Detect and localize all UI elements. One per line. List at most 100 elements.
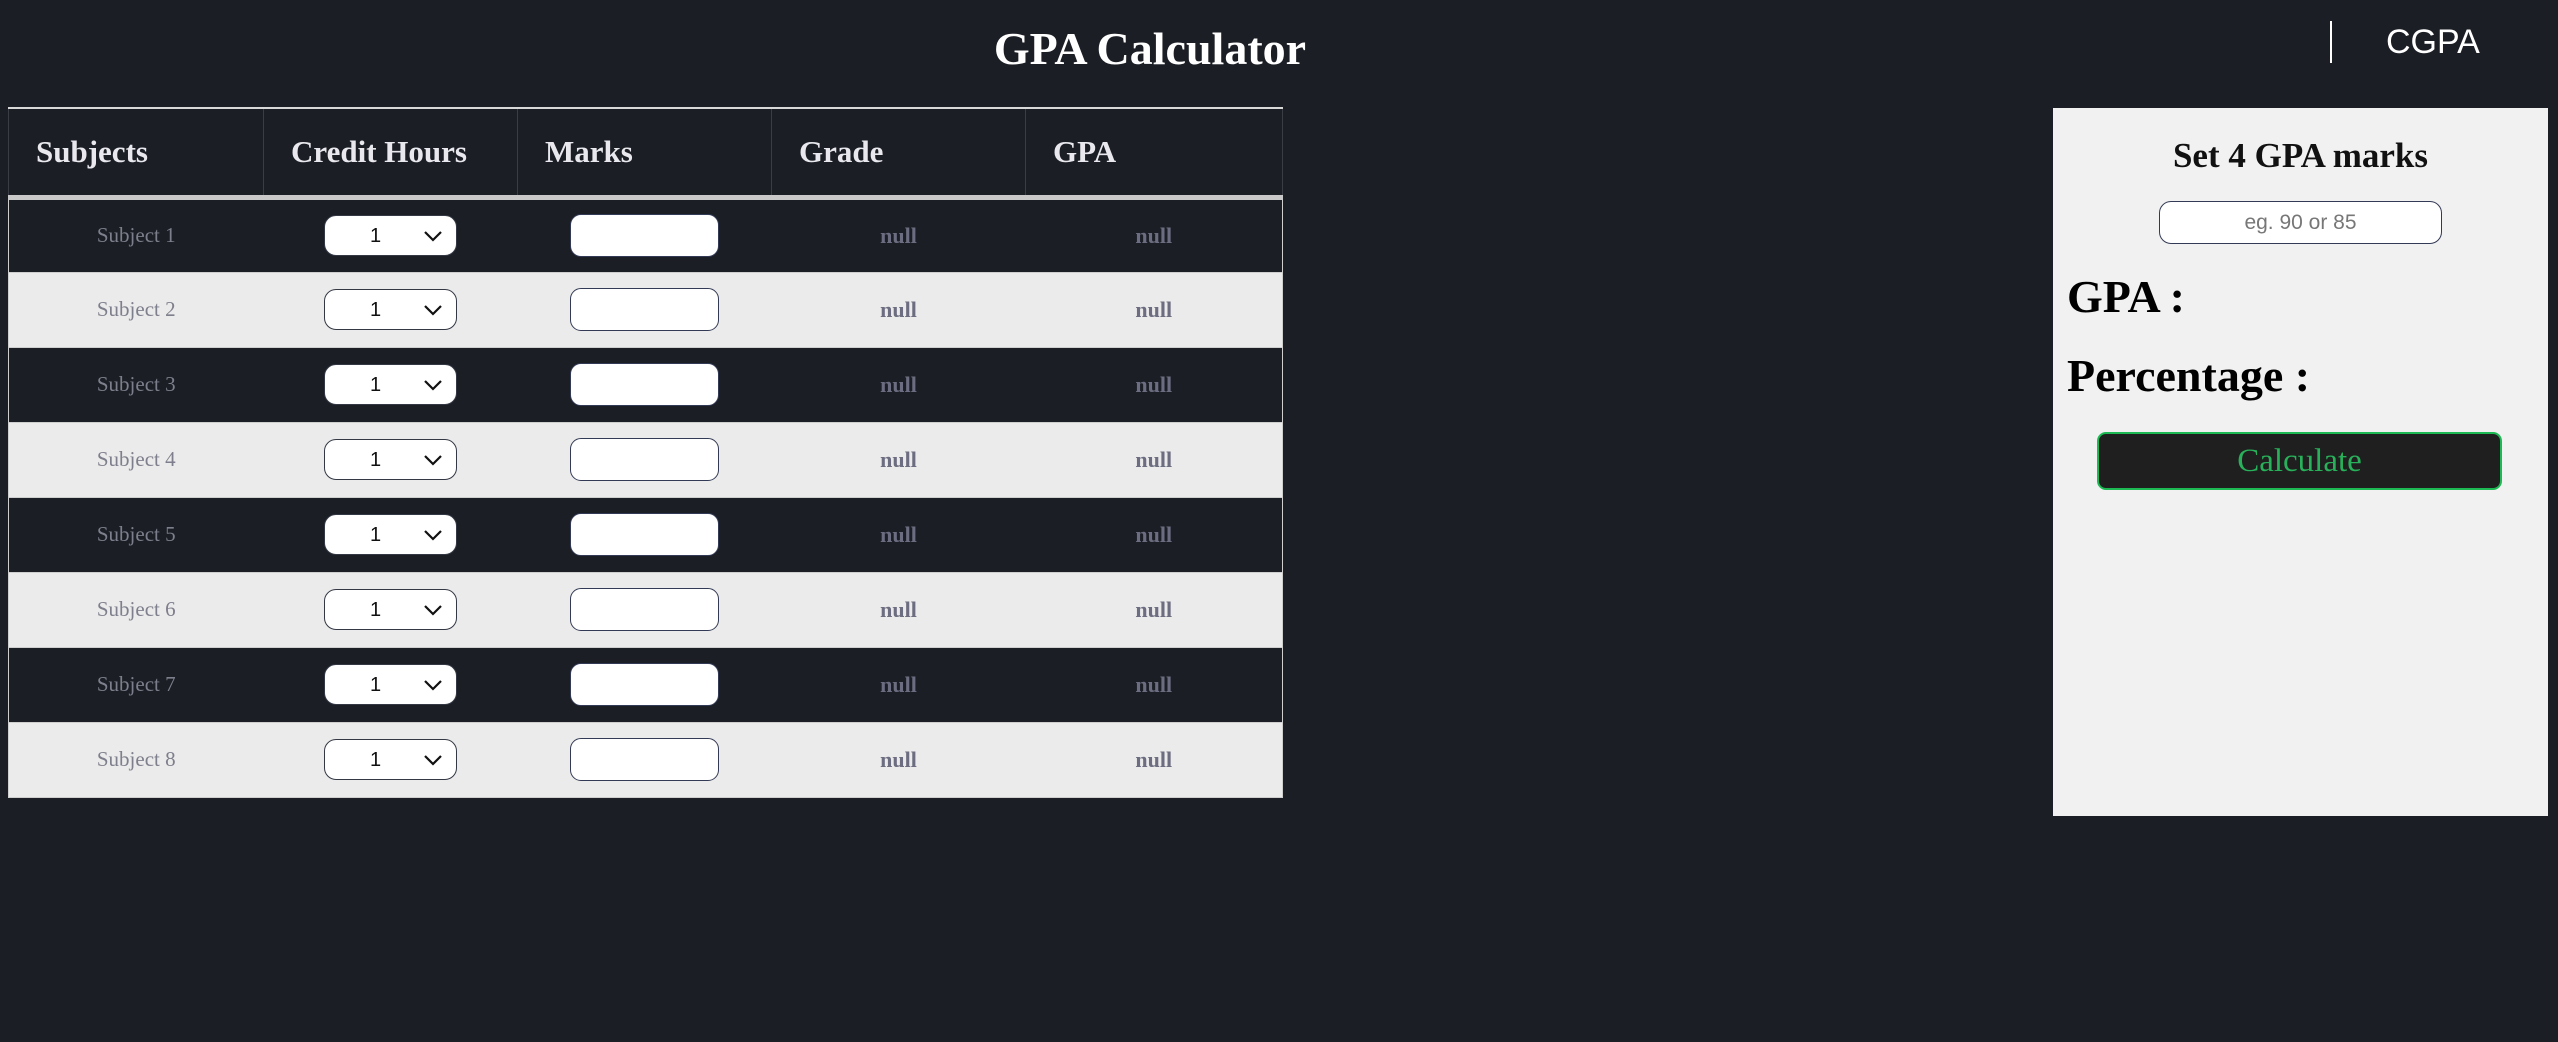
gpa-result-label: GPA : <box>2067 271 2185 322</box>
credit-hours-cell: 1 <box>263 347 518 423</box>
subject-name: Subject 1 <box>96 223 176 247</box>
gpa-cell: null <box>1025 272 1283 348</box>
grade-cell: null <box>771 572 1026 648</box>
column-header-credit-hours: Credit Hours <box>263 107 518 200</box>
table-row: Subject 1 1 null null <box>8 197 1283 273</box>
table-row: Subject 6 1 null null <box>8 572 1283 648</box>
subject-name: Subject 4 <box>96 447 176 471</box>
marks-input[interactable] <box>570 214 719 257</box>
credit-hours-select[interactable]: 1 <box>324 439 457 480</box>
marks-input[interactable] <box>570 738 719 781</box>
credit-hours-select[interactable]: 1 <box>324 739 457 780</box>
credit-select-wrap: 1 <box>324 439 457 480</box>
gpa-cell: null <box>1025 572 1283 648</box>
table-row: Subject 7 1 null null <box>8 647 1283 723</box>
grade-value: null <box>880 596 917 622</box>
marks-cell <box>517 572 772 648</box>
subject-name: Subject 5 <box>96 522 176 546</box>
calculate-button[interactable]: Calculate <box>2097 432 2502 490</box>
marks-input[interactable] <box>570 663 719 706</box>
gpa-cell: null <box>1025 497 1283 573</box>
subject-name: Subject 2 <box>96 297 176 321</box>
panel-heading: Set 4 GPA marks <box>2172 136 2429 175</box>
subject-cell: Subject 7 <box>8 647 264 723</box>
credit-select-wrap: 1 <box>324 215 457 256</box>
table-row: Subject 5 1 null null <box>8 497 1283 573</box>
cgpa-nav-link[interactable]: CGPA <box>2386 23 2480 62</box>
credit-hours-select[interactable]: 1 <box>324 364 457 405</box>
grade-cell: null <box>771 197 1026 273</box>
gpa-value: null <box>1135 521 1173 547</box>
grade-value: null <box>880 446 917 472</box>
column-header-subjects: Subjects <box>8 107 264 200</box>
grade-cell: null <box>771 722 1026 798</box>
gpa-value: null <box>1135 671 1173 697</box>
subject-cell: Subject 4 <box>8 422 264 498</box>
column-header-grade: Grade <box>771 107 1026 200</box>
credit-hours-select[interactable]: 1 <box>324 589 457 630</box>
table-row: Subject 8 1 null null <box>8 722 1283 798</box>
subject-name: Subject 8 <box>96 747 176 771</box>
credit-hours-select[interactable]: 1 <box>324 289 457 330</box>
marks-input[interactable] <box>570 438 719 481</box>
credit-hours-select[interactable]: 1 <box>324 664 457 705</box>
subject-name: Subject 6 <box>96 597 176 621</box>
marks-cell <box>517 347 772 423</box>
subject-cell: Subject 3 <box>8 347 264 423</box>
column-header-gpa: GPA <box>1025 107 1283 200</box>
grade-cell: null <box>771 272 1026 348</box>
gpa-cell: null <box>1025 647 1283 723</box>
credit-select-wrap: 1 <box>324 739 457 780</box>
subject-cell: Subject 6 <box>8 572 264 648</box>
credit-hours-select[interactable]: 1 <box>324 514 457 555</box>
gpa-table: Subjects Credit Hours Marks Grade GPA Su… <box>8 107 1283 798</box>
marks-cell <box>517 422 772 498</box>
subject-name: Subject 7 <box>96 672 176 696</box>
credit-select-wrap: 1 <box>324 589 457 630</box>
gpa-value: null <box>1135 596 1173 622</box>
result-panel: Set 4 GPA marks GPA : Percentage : Calcu… <box>2053 108 2548 816</box>
subject-cell: Subject 2 <box>8 272 264 348</box>
column-header-marks: Marks <box>517 107 772 200</box>
credit-hours-cell: 1 <box>263 422 518 498</box>
page: GPA Calculator CGPA Subjects Credit Hour… <box>0 0 2558 1042</box>
gpa-cell: null <box>1025 347 1283 423</box>
credit-hours-cell: 1 <box>263 722 518 798</box>
gpa-value: null <box>1135 222 1173 248</box>
credit-hours-cell: 1 <box>263 197 518 273</box>
grade-value: null <box>880 222 917 248</box>
credit-select-wrap: 1 <box>324 364 457 405</box>
credit-select-wrap: 1 <box>324 289 457 330</box>
grade-cell: null <box>771 422 1026 498</box>
gpa-cell: null <box>1025 197 1283 273</box>
credit-hours-select[interactable]: 1 <box>324 215 457 256</box>
marks-cell <box>517 497 772 573</box>
table-row: Subject 2 1 null null <box>8 272 1283 348</box>
table-header-row: Subjects Credit Hours Marks Grade GPA <box>8 107 1283 200</box>
grade-cell: null <box>771 647 1026 723</box>
marks-cell <box>517 272 772 348</box>
credit-hours-cell: 1 <box>263 272 518 348</box>
credit-hours-cell: 1 <box>263 647 518 723</box>
gpa-cell: null <box>1025 722 1283 798</box>
marks-cell <box>517 647 772 723</box>
marks-input[interactable] <box>570 588 719 631</box>
credit-hours-cell: 1 <box>263 572 518 648</box>
grade-value: null <box>880 671 917 697</box>
marks-cell <box>517 722 772 798</box>
gpa-value: null <box>1135 296 1173 322</box>
gpa-marks-input[interactable] <box>2159 201 2442 244</box>
gpa-value: null <box>1135 446 1173 472</box>
grade-value: null <box>880 521 917 547</box>
marks-input[interactable] <box>570 288 719 331</box>
credit-hours-cell: 1 <box>263 497 518 573</box>
marks-input[interactable] <box>570 363 719 406</box>
nav-divider <box>2330 21 2332 63</box>
gpa-cell: null <box>1025 422 1283 498</box>
grade-value: null <box>880 296 917 322</box>
credit-select-wrap: 1 <box>324 514 457 555</box>
marks-input[interactable] <box>570 513 719 556</box>
subject-cell: Subject 8 <box>8 722 264 798</box>
subject-name: Subject 3 <box>96 372 176 396</box>
table-row: Subject 3 1 null null <box>8 347 1283 423</box>
